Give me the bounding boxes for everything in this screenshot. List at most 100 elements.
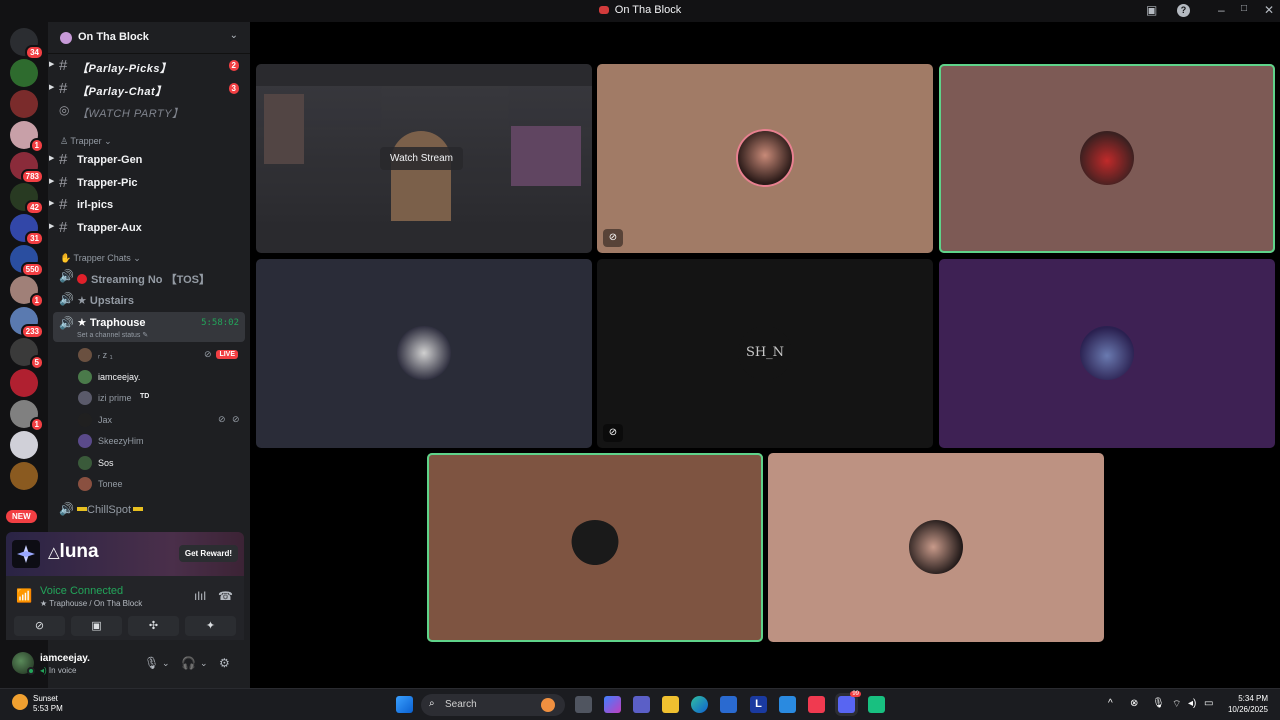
participant-tile[interactable] — [939, 259, 1275, 448]
voice-user[interactable]: izi prime TD — [78, 388, 244, 408]
server-icon[interactable]: 1 — [10, 276, 44, 308]
camera-off-icon: ⊘ — [34, 620, 45, 632]
channel-watch-party[interactable]: ◎ 【WATCH PARTY】 — [53, 101, 245, 121]
category-trapper[interactable]: ♙ Trapper ⌄ — [60, 136, 112, 147]
channel-trapper-gen[interactable]: ▶ # Trapper-Gen — [49, 150, 245, 170]
weather-icon[interactable] — [12, 694, 28, 710]
participant-tile[interactable] — [427, 453, 763, 642]
store-icon[interactable] — [720, 696, 737, 713]
teams-icon[interactable] — [633, 696, 650, 713]
channel-irl-pics[interactable]: ▶ # irl-pics — [49, 195, 245, 215]
voice-connected-panel: 📶 Voice Connected ★ Traphouse / On Tha B… — [6, 576, 244, 640]
voice-user[interactable]: ᵣ z ₁ LIVE ⊘ — [78, 345, 244, 365]
participant-tile[interactable] — [939, 64, 1275, 253]
server-icon[interactable]: 1 — [10, 121, 44, 153]
wifi-icon[interactable]: ⌔ — [1172, 698, 1181, 711]
voice-channel-traphouse[interactable]: 🔊 ★ Traphouse 5:58:02 Set a channel stat… — [53, 312, 245, 342]
app-green-icon[interactable] — [868, 696, 885, 713]
maximize-button[interactable]: □ — [1241, 3, 1247, 14]
tray-app-icon[interactable]: ⊗ — [1130, 698, 1138, 709]
server-icon[interactable]: 34 — [10, 28, 44, 60]
camera-off-button[interactable]: ⊘ — [14, 616, 65, 636]
channel-trapper-pic[interactable]: ▶ # Trapper-Pic — [49, 173, 245, 193]
windows-taskbar: Sunset 5:53 PM ⌕ Search L 99 ^ ⊗ 🎙 ⌔ ◂) ▭… — [0, 688, 1280, 720]
microphone-icon[interactable]: 🎙 — [144, 656, 159, 670]
app-icon[interactable] — [779, 696, 796, 713]
voice-channel-streaming[interactable]: 🔊 Streaming No 【TOS】 — [53, 267, 245, 287]
voice-user[interactable]: Tonee — [78, 474, 244, 494]
chevron-down-icon[interactable]: ⌄ — [200, 658, 208, 669]
chevron-down-icon[interactable]: ⌄ — [162, 658, 170, 669]
tray-chevron-icon[interactable]: ^ — [1108, 698, 1113, 709]
server-icon[interactable]: 550 — [10, 245, 44, 277]
server-header[interactable]: On Tha Block ⌄ — [48, 22, 250, 54]
microphone-tray-icon[interactable]: 🎙 — [1152, 698, 1165, 709]
channel-trapper-aux[interactable]: ▶ # Trapper-Aux — [49, 218, 245, 238]
server-icon[interactable]: 31 — [10, 214, 44, 246]
voice-user[interactable]: SkeezyHim — [78, 431, 244, 451]
minimize-button[interactable]: – — [1218, 3, 1225, 17]
server-icon[interactable]: 1 — [10, 400, 44, 432]
chevron-down-icon[interactable]: ⌄ — [230, 30, 238, 41]
username[interactable]: iamceejay. — [40, 653, 90, 664]
server-mention-badge: 550 — [20, 262, 44, 277]
close-button[interactable]: ✕ — [1264, 3, 1274, 17]
file-explorer-icon[interactable] — [662, 696, 679, 713]
discord-taskbar-icon[interactable]: 99 — [838, 691, 861, 713]
help-icon[interactable]: ? — [1177, 4, 1190, 17]
voice-channel-chillspot[interactable]: 🔊 ChillSpot — [53, 500, 245, 520]
text-channel-icon: # — [59, 219, 68, 236]
server-icon[interactable] — [10, 90, 38, 118]
music-icon[interactable] — [808, 696, 825, 713]
server-icon[interactable]: 42 — [10, 183, 44, 215]
channel-label: ★ Traphouse — [77, 317, 146, 329]
participant-tile[interactable] — [768, 453, 1104, 642]
channel-parlay-chat[interactable]: ▶ # 【Parlay-Chat】 3 — [49, 79, 245, 99]
settings-gear-icon[interactable]: ⚙ — [219, 656, 230, 670]
task-view-icon[interactable] — [575, 696, 592, 713]
watch-stream-button[interactable]: Watch Stream — [380, 147, 463, 170]
taskbar-search[interactable]: ⌕ Search — [421, 694, 565, 716]
window-title-text: On Tha Block — [614, 4, 682, 16]
voice-status[interactable]: Voice Connected — [40, 585, 123, 597]
server-icon[interactable] — [10, 462, 38, 490]
start-button[interactable] — [396, 696, 413, 713]
participant-tile[interactable] — [256, 259, 592, 448]
l-app-icon[interactable]: L — [750, 696, 767, 713]
disconnect-icon[interactable]: ☎ — [218, 589, 233, 603]
voice-user[interactable]: Jax ⊘ ⊘ — [78, 410, 244, 430]
voice-channel-path[interactable]: ★ Traphouse / On Tha Block — [40, 599, 142, 608]
copilot-icon[interactable] — [604, 696, 621, 713]
edge-icon[interactable] — [691, 696, 708, 713]
server-icon[interactable]: 233 — [10, 307, 44, 339]
soundboard-icon: ✦ — [205, 620, 216, 632]
participant-tile[interactable]: ⊘ — [597, 64, 933, 253]
share-screen-button[interactable]: ▣ — [71, 616, 122, 636]
inbox-icon[interactable]: ▣ — [1146, 3, 1157, 17]
channel-parlay-picks[interactable]: ▶ # 【Parlay-Picks】 2 — [49, 56, 245, 76]
noise-suppression-icon[interactable]: ılıl — [194, 589, 206, 603]
activities-button[interactable]: ✣ — [128, 616, 179, 636]
server-icon[interactable] — [10, 431, 38, 459]
stream-tile[interactable]: Watch Stream — [256, 64, 592, 253]
speaker-icon: ◂) — [40, 666, 47, 675]
user-avatar — [78, 348, 92, 362]
voice-user[interactable]: iamceejay. — [78, 367, 244, 387]
battery-icon[interactable]: ▭ — [1204, 698, 1213, 709]
headphones-icon[interactable]: 🎧 — [181, 656, 196, 670]
server-icon[interactable] — [10, 59, 38, 87]
signal-icon[interactable]: 📶 — [16, 588, 32, 604]
participant-tile[interactable]: SH_N ⊘ — [597, 259, 933, 448]
category-trapper-chats[interactable]: ✋ Trapper Chats ⌄ — [60, 253, 141, 264]
voice-channel-upstairs[interactable]: 🔊 ★ Upstairs — [53, 290, 245, 310]
server-icon[interactable] — [10, 369, 38, 397]
weather-widget[interactable]: Sunset 5:53 PM — [33, 694, 63, 714]
system-clock[interactable]: 5:34 PM 10/26/2025 — [1222, 693, 1268, 715]
channel-status[interactable]: Set a channel status ✎ — [77, 331, 148, 339]
server-icon[interactable]: 5 — [10, 338, 44, 370]
server-icon[interactable]: 783 — [10, 152, 44, 184]
voice-user[interactable]: Sos — [78, 453, 244, 473]
get-reward-button[interactable]: Get Reward! — [178, 545, 238, 562]
soundboard-button[interactable]: ✦ — [185, 616, 236, 636]
volume-icon[interactable]: ◂) — [1188, 698, 1196, 709]
